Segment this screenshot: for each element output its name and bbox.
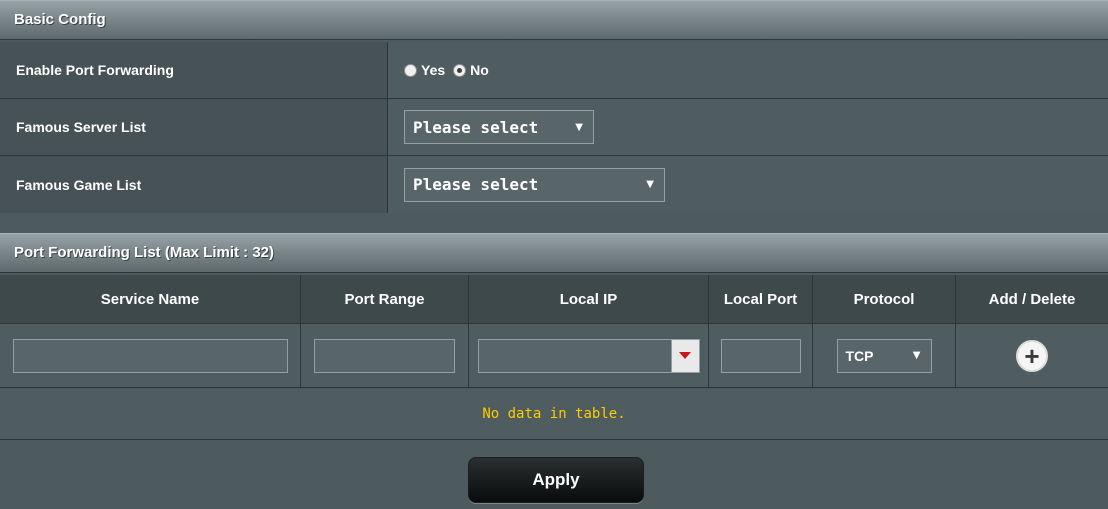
table-header-row: Service Name Port Range Local IP Local P… (0, 275, 1108, 324)
column-header-protocol: Protocol (813, 275, 956, 323)
apply-button-label: Apply (532, 470, 580, 489)
radio-yes-icon[interactable] (404, 63, 417, 77)
triangle-down-icon: ▼ (575, 121, 583, 133)
famous-game-list-value: Please select (413, 175, 539, 194)
famous-server-list-select[interactable]: Please select ▼ (404, 110, 594, 144)
enable-port-forwarding-row: Enable Port Forwarding Yes No (0, 42, 1108, 99)
add-rule-button[interactable]: + (1016, 339, 1048, 372)
footer: Apply (0, 441, 1108, 509)
empty-table-message: No data in table. (0, 389, 1108, 440)
radio-yes[interactable]: Yes (404, 62, 445, 78)
column-header-local-ip: Local IP (469, 275, 709, 323)
column-header-add-delete: Add / Delete (988, 290, 1076, 308)
basic-config-title: Basic Config (14, 11, 106, 28)
basic-config-header: Basic Config (0, 0, 1108, 40)
famous-server-list-value: Please select (413, 117, 539, 137)
triangle-down-icon (679, 352, 691, 359)
local-ip-combobox[interactable] (477, 338, 700, 373)
protocol-select[interactable]: TCP ▼ (836, 338, 932, 373)
local-ip-dropdown-button[interactable] (670, 339, 699, 372)
port-forwarding-table: Service Name Port Range Local IP Local P… (0, 275, 1108, 388)
triangle-down-icon: ▼ (912, 350, 921, 361)
radio-no-icon[interactable] (453, 63, 467, 77)
basic-config-table: Enable Port Forwarding Yes No Famous Ser… (0, 42, 1108, 213)
radio-no[interactable]: No (453, 62, 489, 78)
local-port-input[interactable] (720, 338, 801, 373)
radio-no-label: No (470, 62, 489, 78)
apply-button[interactable]: Apply (468, 457, 644, 503)
famous-game-list-select[interactable]: Please select ▼ (404, 167, 665, 202)
famous-game-list-label: Famous Game List (0, 156, 388, 213)
radio-yes-label: Yes (421, 62, 446, 78)
service-name-input[interactable] (12, 338, 288, 373)
plus-circle-icon: + (1024, 340, 1040, 371)
column-header-port-range: Port Range (301, 275, 469, 323)
port-range-input[interactable] (314, 338, 455, 373)
empty-table-text: No data in table. (482, 406, 626, 422)
port-forwarding-list-header: Port Forwarding List (Max Limit : 32) (0, 233, 1108, 273)
famous-server-list-label: Famous Server List (0, 99, 388, 155)
enable-port-forwarding-label: Enable Port Forwarding (0, 42, 388, 98)
input-row: TCP ▼ + (0, 324, 1108, 388)
column-header-service-name: Service Name (0, 275, 301, 323)
column-header-local-port: Local Port (709, 275, 813, 323)
famous-game-list-row: Famous Game List Please select ▼ (0, 156, 1108, 213)
port-forwarding-list-title: Port Forwarding List (Max Limit : 32) (14, 244, 275, 261)
famous-server-list-row: Famous Server List Please select ▼ (0, 99, 1108, 156)
enable-port-forwarding-options: Yes No (388, 42, 1108, 98)
protocol-value: TCP (845, 347, 874, 364)
triangle-down-icon: ▼ (646, 179, 654, 190)
